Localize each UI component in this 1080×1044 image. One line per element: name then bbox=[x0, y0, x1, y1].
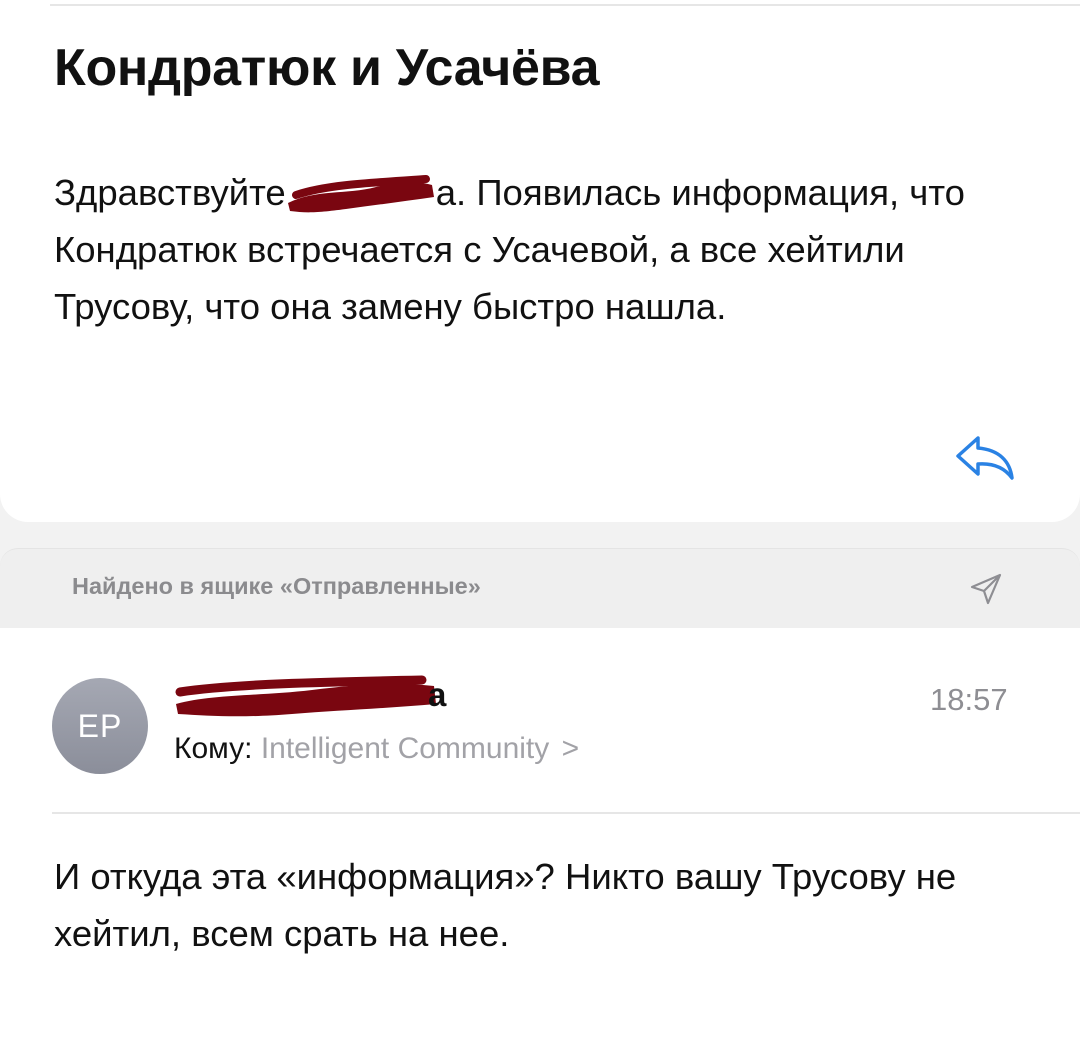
message-time: 18:57 bbox=[930, 682, 1008, 717]
email-card-original: Кондратюк и Усачёва Здравствуйте а. Появи… bbox=[0, 0, 1080, 522]
email-subject: Кондратюк и Усачёва bbox=[54, 39, 600, 97]
redacted-sender-scribble bbox=[175, 675, 436, 717]
recipient-label: Кому: bbox=[174, 732, 253, 765]
recipient-line: Кому: Intelligent Community > bbox=[174, 732, 579, 766]
sender-name-visible-tail: а bbox=[428, 676, 447, 713]
email-body-reply: И откуда эта «информация»? Никто вашу Тр… bbox=[54, 856, 957, 954]
reply-arrow-icon[interactable] bbox=[950, 430, 1020, 486]
avatar[interactable]: EP bbox=[52, 678, 148, 774]
found-in-folder-text: Найдено в ящике «Отправленные» bbox=[72, 573, 481, 599]
sender-name[interactable]: а bbox=[172, 674, 472, 720]
header-divider bbox=[52, 812, 1080, 814]
redacted-name-scribble bbox=[286, 175, 436, 213]
recipient-name[interactable]: Intelligent Community bbox=[261, 732, 549, 765]
found-in-folder-bar: Найдено в ящике «Отправленные» bbox=[0, 548, 1080, 629]
email-body-original: Здравствуйте а. Появилась информация, что… bbox=[54, 164, 1034, 335]
chevron-right-icon[interactable]: > bbox=[562, 732, 580, 765]
paper-plane-icon bbox=[966, 569, 1006, 609]
greeting-prefix: Здравствуйте bbox=[54, 172, 286, 213]
top-divider bbox=[50, 4, 1080, 6]
email-card-reply: EP а 18:57 Кому: Intelligent Community >… bbox=[0, 628, 1080, 1044]
